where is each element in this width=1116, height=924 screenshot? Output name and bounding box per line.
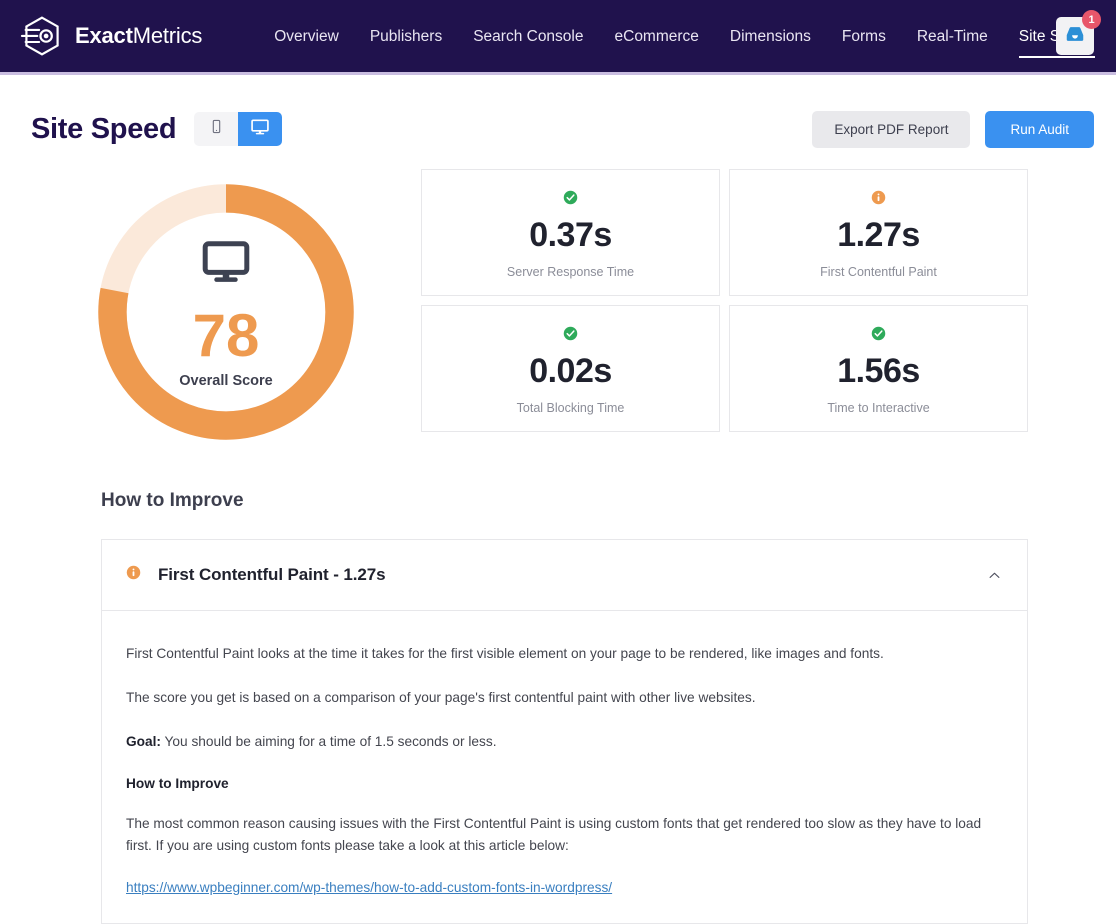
check-circle-icon bbox=[563, 190, 578, 210]
metric-value: 1.27s bbox=[837, 216, 920, 255]
inbox-icon bbox=[1064, 23, 1086, 50]
desktop-monitor-icon bbox=[200, 236, 252, 293]
nav-item-overview[interactable]: Overview bbox=[274, 0, 339, 72]
page-title: Site Speed bbox=[31, 113, 176, 146]
metric-label: First Contentful Paint bbox=[820, 265, 937, 279]
export-pdf-report-button[interactable]: Export PDF Report bbox=[812, 111, 970, 148]
accordion-title: First Contentful Paint - 1.27s bbox=[158, 565, 385, 585]
device-toggle-group bbox=[194, 112, 282, 146]
nav-right-group: 1 bbox=[1056, 17, 1094, 55]
accordion-subheading: How to Improve bbox=[126, 776, 1003, 791]
nav-item-publishers[interactable]: Publishers bbox=[370, 0, 442, 72]
metric-label: Time to Interactive bbox=[827, 401, 929, 415]
info-circle-icon bbox=[871, 190, 886, 210]
accordion-paragraph-3: The most common reason causing issues wi… bbox=[126, 813, 1003, 857]
accordion-goal-line: Goal: You should be aiming for a time of… bbox=[126, 731, 1003, 753]
mobile-phone-icon bbox=[208, 118, 225, 140]
run-audit-button[interactable]: Run Audit bbox=[985, 111, 1094, 148]
exactmetrics-hexagon-logo-icon bbox=[20, 14, 64, 58]
nav-item-dimensions[interactable]: Dimensions bbox=[730, 0, 811, 72]
reference-article-link[interactable]: https://www.wpbeginner.com/wp-themes/how… bbox=[126, 880, 612, 895]
metric-value: 0.02s bbox=[529, 352, 612, 391]
overall-score-gauge: 78 Overall Score bbox=[95, 181, 357, 443]
info-circle-icon bbox=[126, 565, 141, 585]
metric-card-first-contentful-paint: 1.27s First Contentful Paint bbox=[729, 169, 1028, 296]
metric-card-server-response-time: 0.37s Server Response Time bbox=[421, 169, 720, 296]
device-toggle-mobile[interactable] bbox=[194, 112, 238, 146]
accordion-body: First Contentful Paint looks at the time… bbox=[102, 611, 1027, 923]
brand-name-light: Metrics bbox=[133, 23, 203, 48]
inbox-badge-count: 1 bbox=[1082, 10, 1101, 29]
main-nav-menu: Overview Publishers Search Console eComm… bbox=[274, 0, 1094, 72]
accordion-paragraph-2: The score you get is based on a comparis… bbox=[126, 687, 1003, 709]
chevron-up-icon[interactable] bbox=[987, 568, 1002, 583]
metric-cards-grid: 0.37s Server Response Time 1.27s First C… bbox=[421, 169, 1028, 432]
device-toggle-desktop[interactable] bbox=[238, 112, 282, 146]
nav-item-ecommerce[interactable]: eCommerce bbox=[615, 0, 699, 72]
inbox-button[interactable]: 1 bbox=[1056, 17, 1094, 55]
goal-text: You should be aiming for a time of 1.5 s… bbox=[161, 734, 497, 749]
desktop-monitor-icon bbox=[250, 117, 270, 142]
goal-label: Goal: bbox=[126, 734, 161, 749]
metric-card-time-to-interactive: 1.56s Time to Interactive bbox=[729, 305, 1028, 432]
how-to-improve-section: How to Improve First Contentful Paint - … bbox=[0, 443, 1116, 924]
nav-item-search-console[interactable]: Search Console bbox=[473, 0, 583, 72]
brand-name: ExactMetrics bbox=[75, 23, 202, 49]
accordion-paragraph-1: First Contentful Paint looks at the time… bbox=[126, 643, 1003, 665]
overall-score-value: 78 bbox=[193, 307, 260, 364]
gauge-inner-content: 78 Overall Score bbox=[95, 181, 357, 443]
section-heading: How to Improve bbox=[101, 490, 1028, 512]
check-circle-icon bbox=[563, 326, 578, 346]
nav-item-forms[interactable]: Forms bbox=[842, 0, 886, 72]
overall-score-label: Overall Score bbox=[179, 373, 273, 389]
overall-score-gauge-wrap: 78 Overall Score bbox=[31, 169, 421, 443]
metric-card-total-blocking-time: 0.02s Total Blocking Time bbox=[421, 305, 720, 432]
brand-name-bold: Exact bbox=[75, 23, 133, 48]
metric-label: Total Blocking Time bbox=[517, 401, 625, 415]
titlebar-actions: Export PDF Report Run Audit bbox=[812, 111, 1094, 148]
top-navigation-bar: ExactMetrics Overview Publishers Search … bbox=[0, 0, 1116, 75]
accordion-header-first-contentful-paint[interactable]: First Contentful Paint - 1.27s bbox=[102, 540, 1027, 611]
brand-logo-group[interactable]: ExactMetrics bbox=[20, 14, 202, 58]
metric-value: 1.56s bbox=[837, 352, 920, 391]
check-circle-icon bbox=[871, 326, 886, 346]
metric-value: 0.37s bbox=[529, 216, 612, 255]
nav-item-real-time[interactable]: Real-Time bbox=[917, 0, 988, 72]
metric-label: Server Response Time bbox=[507, 265, 634, 279]
improvement-accordion: First Contentful Paint - 1.27s First Con… bbox=[101, 539, 1028, 924]
summary-row: 78 Overall Score 0.37s Server Response T… bbox=[0, 157, 1116, 443]
page-titlebar: Site Speed Export PDF Report Run Audit bbox=[0, 75, 1116, 157]
